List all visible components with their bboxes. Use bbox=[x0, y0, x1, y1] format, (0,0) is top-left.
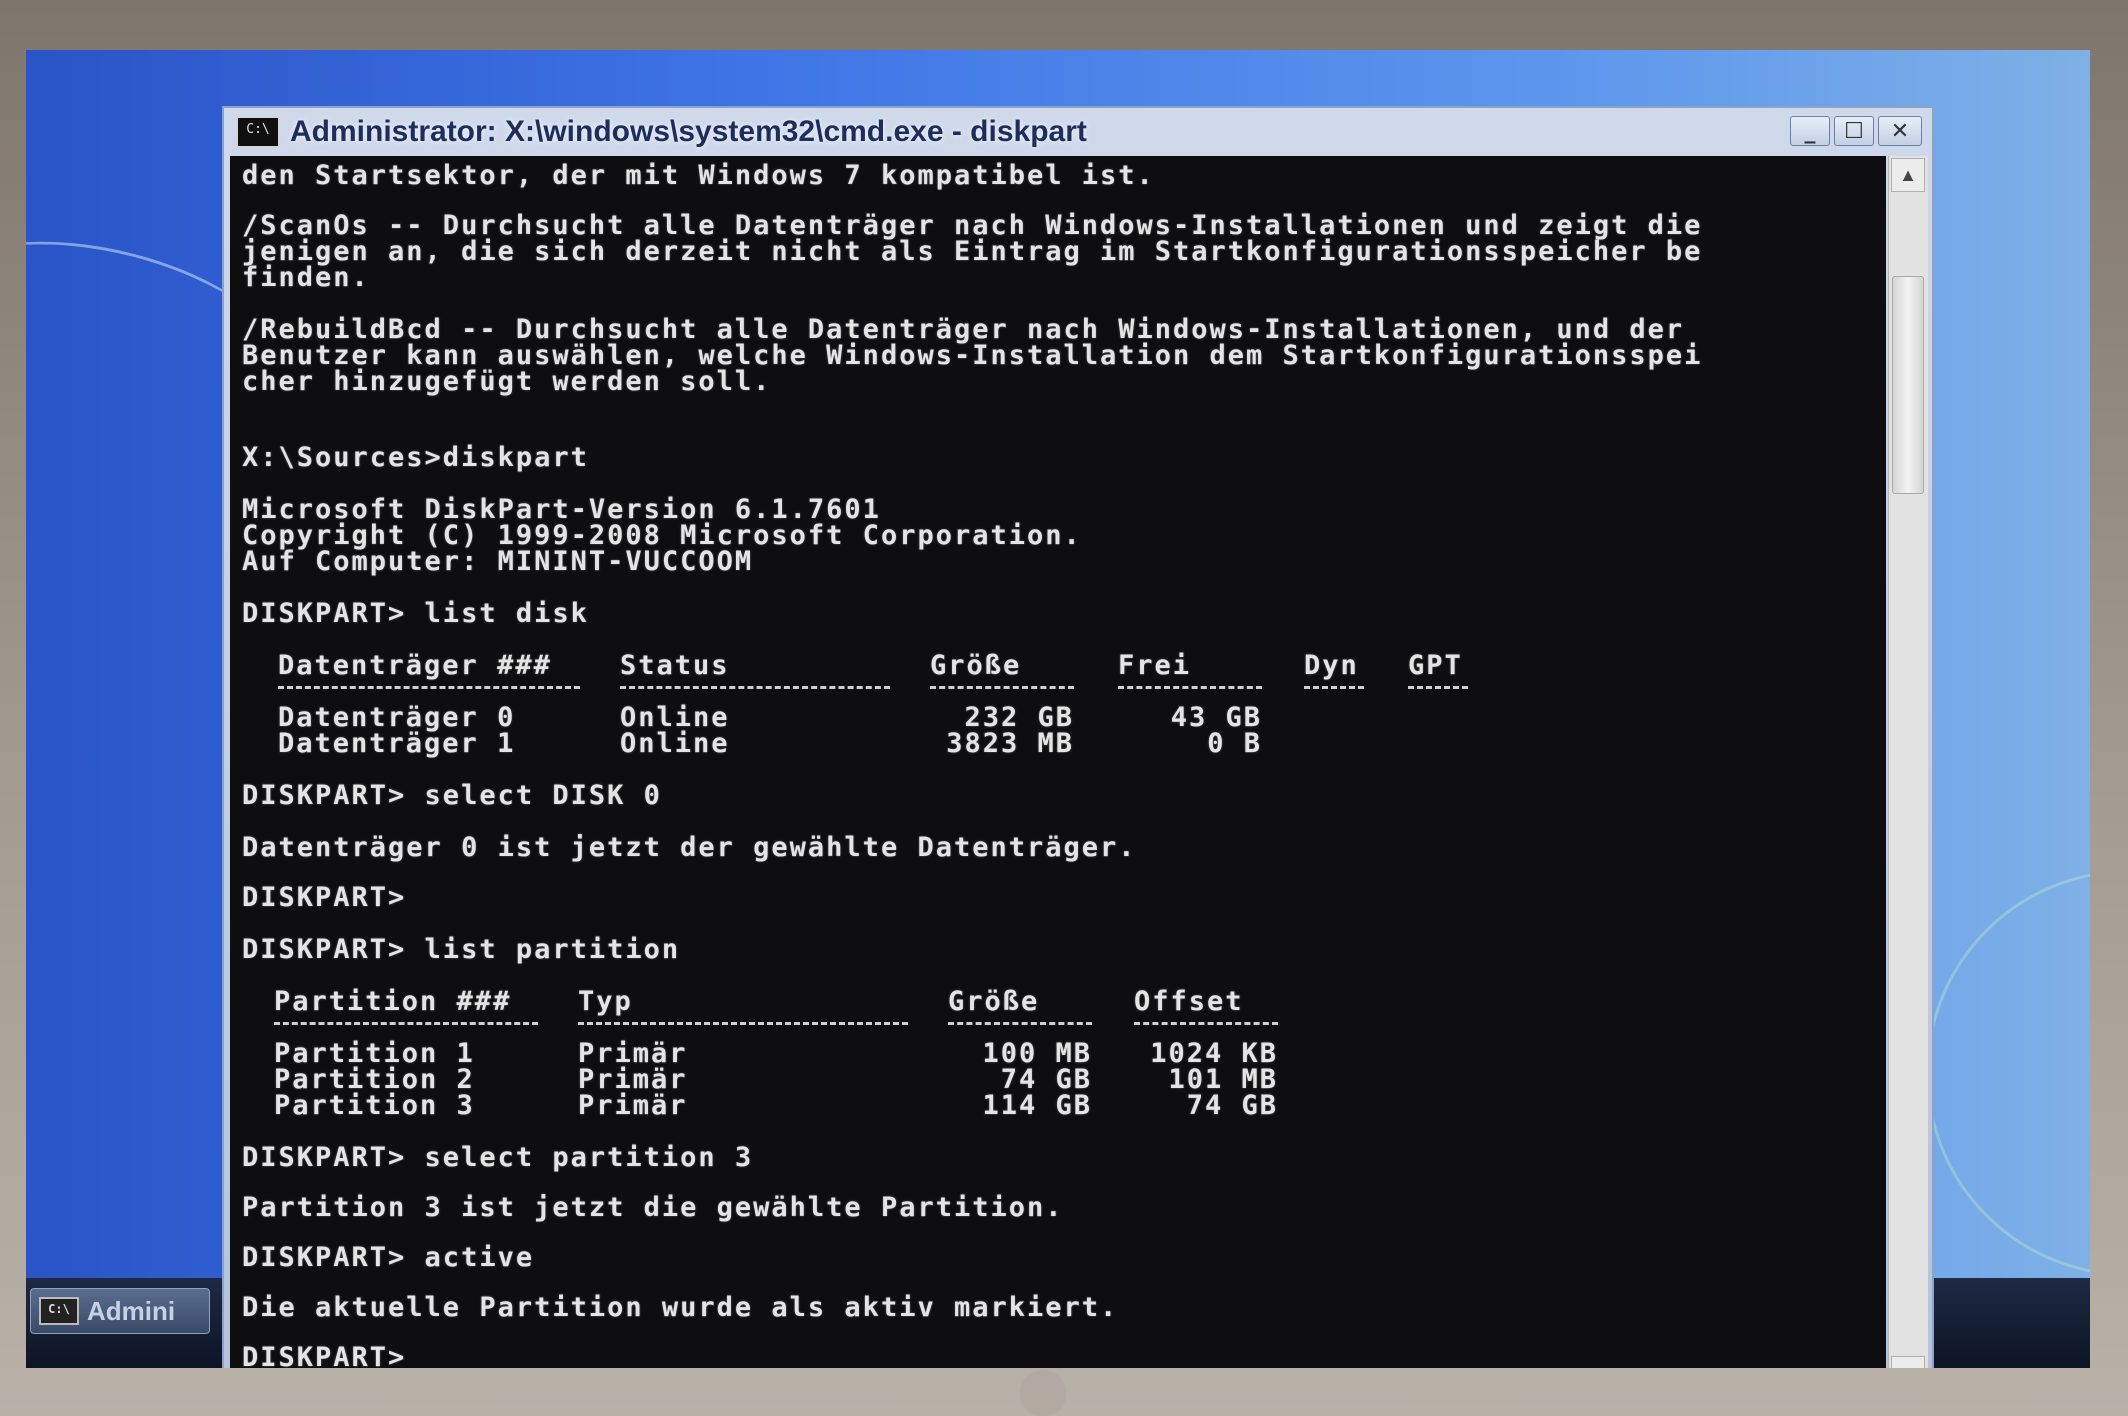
cmd-icon: C:\ bbox=[39, 1297, 79, 1325]
minimize-button[interactable]: _ bbox=[1790, 116, 1830, 146]
table-separator bbox=[274, 1022, 538, 1025]
maximize-button[interactable]: ☐ bbox=[1834, 116, 1874, 146]
table-separator bbox=[930, 686, 1074, 689]
table-cell: 3823 MB bbox=[946, 728, 1074, 759]
table-header: Dyn bbox=[1304, 650, 1359, 681]
console-line: Die aktuelle Partition wurde als aktiv m… bbox=[242, 1292, 1119, 1323]
scroll-down-button[interactable]: ▼ bbox=[1891, 1356, 1925, 1368]
title-bar[interactable]: C:\ Administrator: X:\windows\system32\c… bbox=[224, 108, 1932, 156]
table-cell: Primär bbox=[578, 1090, 688, 1121]
close-button[interactable]: ✕ bbox=[1878, 116, 1922, 146]
arrow-up-icon: ▲ bbox=[1899, 164, 1917, 185]
table-header: Frei bbox=[1118, 650, 1192, 681]
table-cell: Datenträger 1 bbox=[278, 728, 516, 759]
scroll-up-button[interactable]: ▲ bbox=[1891, 158, 1925, 192]
console-line: Datenträger 0 ist jetzt der gewählte Dat… bbox=[242, 832, 1137, 863]
taskbar-button-label: Admini bbox=[87, 1295, 176, 1326]
cmd-window[interactable]: C:\ Administrator: X:\windows\system32\c… bbox=[222, 106, 1934, 1368]
table-separator bbox=[578, 1022, 908, 1025]
console-line: jenigen an, die sich derzeit nicht als E… bbox=[242, 236, 1703, 267]
table-separator bbox=[1304, 686, 1364, 689]
table-header: Offset bbox=[1134, 986, 1244, 1017]
table-header: Datenträger ### bbox=[278, 650, 552, 681]
table-header: Größe bbox=[948, 986, 1040, 1017]
console-line: DISKPART> bbox=[242, 882, 407, 913]
table-cell: 114 GB bbox=[982, 1090, 1092, 1121]
table-separator bbox=[1118, 686, 1262, 689]
console-line: DISKPART> select DISK 0 bbox=[242, 780, 662, 811]
table-separator bbox=[948, 1022, 1092, 1025]
console-line: den Startsektor, der mit Windows 7 kompa… bbox=[242, 160, 1155, 191]
console-line: DISKPART> select partition 3 bbox=[242, 1142, 754, 1173]
table-cell: Online bbox=[620, 728, 730, 759]
arrow-down-icon: ▼ bbox=[1899, 1363, 1917, 1369]
console-line: Auf Computer: MININT-VUCCOOM bbox=[242, 546, 754, 577]
window-controls: _ ☐ ✕ bbox=[1790, 116, 1922, 146]
desktop: C:\ Admini C:\ Administrator: X:\windows… bbox=[26, 50, 2090, 1368]
console-line: X:\Sources>diskpart bbox=[242, 442, 589, 473]
table-separator bbox=[1134, 1022, 1278, 1025]
table-header: Typ bbox=[578, 986, 633, 1017]
table-separator bbox=[278, 686, 580, 689]
console-line: DISKPART> list disk bbox=[242, 598, 589, 629]
console-line: DISKPART> active bbox=[242, 1242, 535, 1273]
taskbar-cmd-button[interactable]: C:\ Admini bbox=[30, 1288, 210, 1334]
table-header: Größe bbox=[930, 650, 1022, 681]
vertical-scrollbar[interactable]: ▲ ▼ bbox=[1888, 156, 1928, 1368]
console-output[interactable]: den Startsektor, der mit Windows 7 kompa… bbox=[230, 156, 1886, 1368]
console-line: finden. bbox=[242, 262, 370, 293]
table-cell: 0 B bbox=[1207, 728, 1262, 759]
wallpaper-swoosh bbox=[1926, 870, 2090, 1276]
table-header: Status bbox=[620, 650, 730, 681]
console-line: cher hinzugefügt werden soll. bbox=[242, 366, 772, 397]
cmd-icon: C:\ bbox=[236, 116, 280, 148]
apple-logo-icon bbox=[1020, 1370, 1066, 1416]
console-prompt: DISKPART> bbox=[242, 1342, 407, 1368]
console-line: DISKPART> list partition bbox=[242, 934, 681, 965]
table-cell: Partition 3 bbox=[274, 1090, 475, 1121]
window-title: Administrator: X:\windows\system32\cmd.e… bbox=[290, 115, 1087, 148]
table-header: GPT bbox=[1408, 650, 1463, 681]
console-line: Partition 3 ist jetzt die gewählte Parti… bbox=[242, 1192, 1064, 1223]
table-cell: 74 GB bbox=[1186, 1090, 1278, 1121]
scroll-thumb[interactable] bbox=[1892, 276, 1924, 494]
table-separator bbox=[1408, 686, 1468, 689]
table-separator bbox=[620, 686, 890, 689]
table-header: Partition ### bbox=[274, 986, 512, 1017]
